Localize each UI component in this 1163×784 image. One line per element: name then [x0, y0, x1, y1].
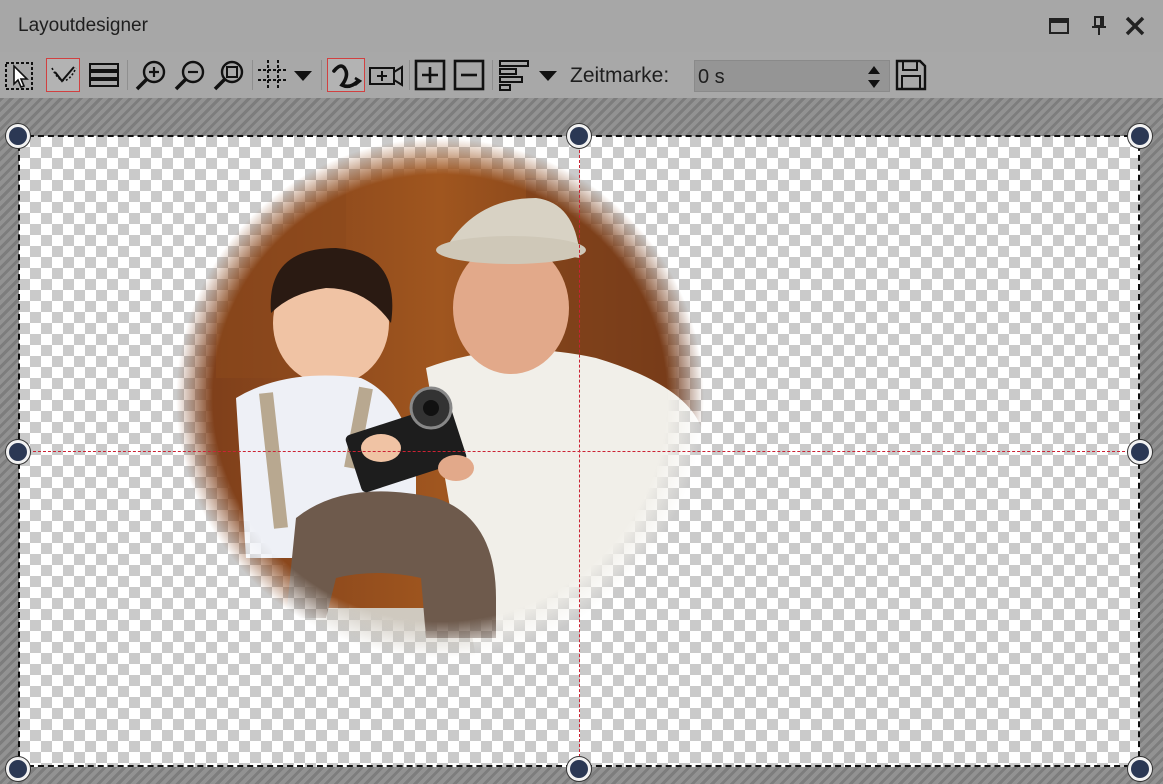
- grid-dropdown-icon[interactable]: [290, 58, 316, 92]
- zeitmarke-value: 0 s: [698, 66, 725, 88]
- zoom-fit-icon[interactable]: [212, 58, 246, 92]
- toolbar-separator: [252, 60, 253, 90]
- save-icon[interactable]: [894, 58, 928, 92]
- resize-handle-bottom-center[interactable]: [567, 757, 591, 781]
- zoom-out-icon[interactable]: [173, 58, 207, 92]
- resize-handle-top-left[interactable]: [6, 124, 30, 148]
- toolbar-separator: [409, 60, 410, 90]
- horizontal-guide-line: [18, 451, 1140, 452]
- curve-path-icon[interactable]: [327, 58, 365, 92]
- zeitmarke-input[interactable]: 0 s: [694, 60, 890, 92]
- camera-add-icon[interactable]: [368, 58, 404, 92]
- title-bar: Layoutdesigner: [0, 0, 1163, 52]
- align-dropdown-icon[interactable]: [535, 58, 561, 92]
- resize-handle-middle-left[interactable]: [6, 440, 30, 464]
- resize-handle-top-right[interactable]: [1128, 124, 1152, 148]
- toolbar-separator: [127, 60, 128, 90]
- zoom-in-icon[interactable]: [134, 58, 168, 92]
- remove-keyframe-icon[interactable]: [452, 58, 486, 92]
- pin-icon[interactable]: [1087, 14, 1111, 38]
- resize-handle-middle-right[interactable]: [1128, 440, 1152, 464]
- resize-handle-bottom-left[interactable]: [6, 757, 30, 781]
- close-icon[interactable]: [1123, 14, 1147, 38]
- zeitmarke-spinner[interactable]: [865, 63, 883, 91]
- window-title: Layoutdesigner: [18, 15, 148, 36]
- add-keyframe-icon[interactable]: [413, 58, 447, 92]
- layers-icon[interactable]: [87, 58, 121, 92]
- resize-handle-bottom-right[interactable]: [1128, 757, 1152, 781]
- toolbar-separator: [321, 60, 322, 90]
- resize-handle-top-center[interactable]: [567, 124, 591, 148]
- toolbar-separator: [492, 60, 493, 90]
- grid-icon[interactable]: [256, 58, 290, 92]
- path-edit-icon[interactable]: [46, 58, 80, 92]
- align-icon[interactable]: [497, 58, 531, 92]
- zeitmarke-label: Zeitmarke:: [570, 64, 670, 87]
- maximize-icon[interactable]: [1047, 14, 1071, 38]
- select-rectangle-icon[interactable]: [2, 58, 36, 92]
